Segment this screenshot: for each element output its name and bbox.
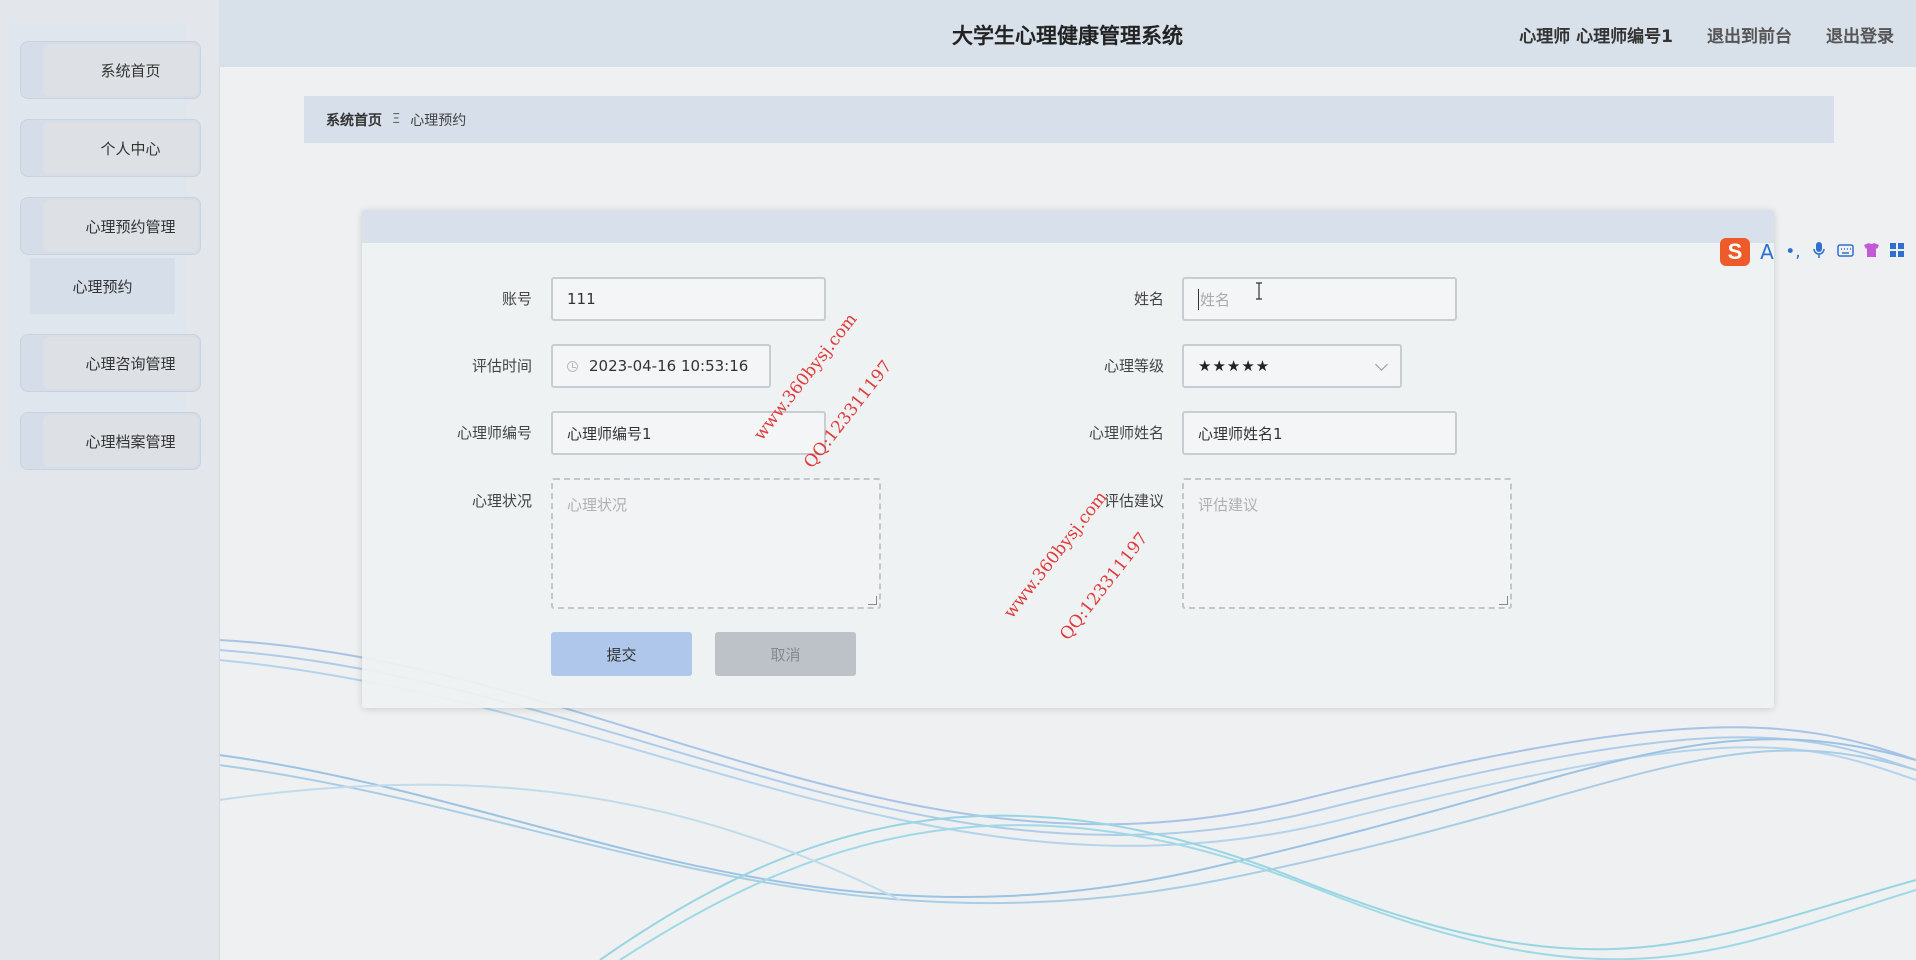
resize-handle-icon[interactable] [868,596,877,605]
sidebar-item-personal-center[interactable]: 个人中心 [20,119,201,177]
header-actions: 心理师 心理师编号1 退出到前台 退出登录 [1519,22,1894,47]
name-label: 姓名 [1133,290,1164,308]
sidebar-item-label: 心理预约管理 [43,200,198,252]
name-placeholder: 姓名 [1198,288,1231,310]
psych-name-field[interactable]: 心理师姓名1 [1182,411,1457,455]
level-label: 心理等级 [1103,357,1164,375]
breadcrumb-home[interactable]: 系统首页 [326,110,382,130]
sidebar-item-archive-management[interactable]: 心理档案管理 [20,412,201,470]
status-textarea[interactable]: 心理状况 [551,478,881,609]
microphone-icon[interactable] [1810,241,1828,264]
chevron-down-icon [1375,358,1388,371]
text-cursor-icon [1256,282,1262,300]
sidebar-item-appointment-management[interactable]: 心理预约管理 [20,197,201,255]
clock-icon [567,360,578,372]
status-label: 心理状况 [471,492,532,510]
account-field[interactable]: 111 [551,277,826,321]
status-placeholder: 心理状况 [567,496,628,514]
top-header: 大学生心理健康管理系统 心理师 心理师编号1 退出到前台 退出登录 [219,0,1916,67]
account-label: 账号 [501,290,532,308]
card-header [362,210,1774,243]
ime-logo[interactable]: S [1720,238,1750,266]
sidebar-subitem-appointment[interactable]: 心理预约 [30,258,175,314]
sidebar-item-label: 心理咨询管理 [43,337,198,389]
sidebar-item-label: 个人中心 [43,122,198,174]
psych-name-value: 心理师姓名1 [1198,424,1283,443]
name-input[interactable]: 姓名 [1182,277,1457,321]
advice-placeholder: 评估建议 [1198,496,1259,514]
psych-id-value: 心理师编号1 [567,424,652,443]
advice-textarea[interactable]: 评估建议 [1182,478,1512,609]
toolbox-icon[interactable] [1888,242,1906,263]
ime-toolbar: S A •, [1720,232,1916,272]
sidebar-item-consultation-management[interactable]: 心理咨询管理 [20,334,201,392]
level-value: ★★★★★ [1198,357,1271,375]
sidebar: 系统首页 个人中心 心理预约管理 心理预约 心理咨询管理 心理档案管理 [0,0,220,960]
eval-time-label: 评估时间 [471,357,532,375]
eval-time-picker[interactable]: 2023-04-16 10:53:16 [551,344,771,388]
level-select[interactable]: ★★★★★ [1182,344,1402,388]
exit-to-frontend-link[interactable]: 退出到前台 [1707,22,1792,47]
logout-link[interactable]: 退出登录 [1826,22,1894,47]
breadcrumb-separator-icon: Ξ [392,112,401,127]
skin-icon[interactable] [1862,242,1880,263]
resize-handle-icon[interactable] [1499,596,1508,605]
punctuation-icon[interactable]: •, [1784,242,1802,262]
eval-time-value: 2023-04-16 10:53:16 [589,357,749,375]
sidebar-item-home[interactable]: 系统首页 [20,41,201,99]
keyboard-icon[interactable] [1836,242,1854,262]
account-value: 111 [567,290,596,308]
sidebar-item-label: 系统首页 [43,44,198,96]
breadcrumb-current: 心理预约 [410,112,467,129]
sidebar-item-label: 心理档案管理 [43,415,198,467]
font-icon[interactable]: A [1758,240,1776,264]
cancel-button[interactable]: 取消 [715,632,856,676]
current-user: 心理师 心理师编号1 [1519,27,1673,47]
psych-id-label: 心理师编号 [456,424,532,442]
breadcrumb: 系统首页 Ξ 心理预约 [304,96,1834,143]
submit-button[interactable]: 提交 [551,632,692,676]
psych-name-label: 心理师姓名 [1088,424,1164,442]
